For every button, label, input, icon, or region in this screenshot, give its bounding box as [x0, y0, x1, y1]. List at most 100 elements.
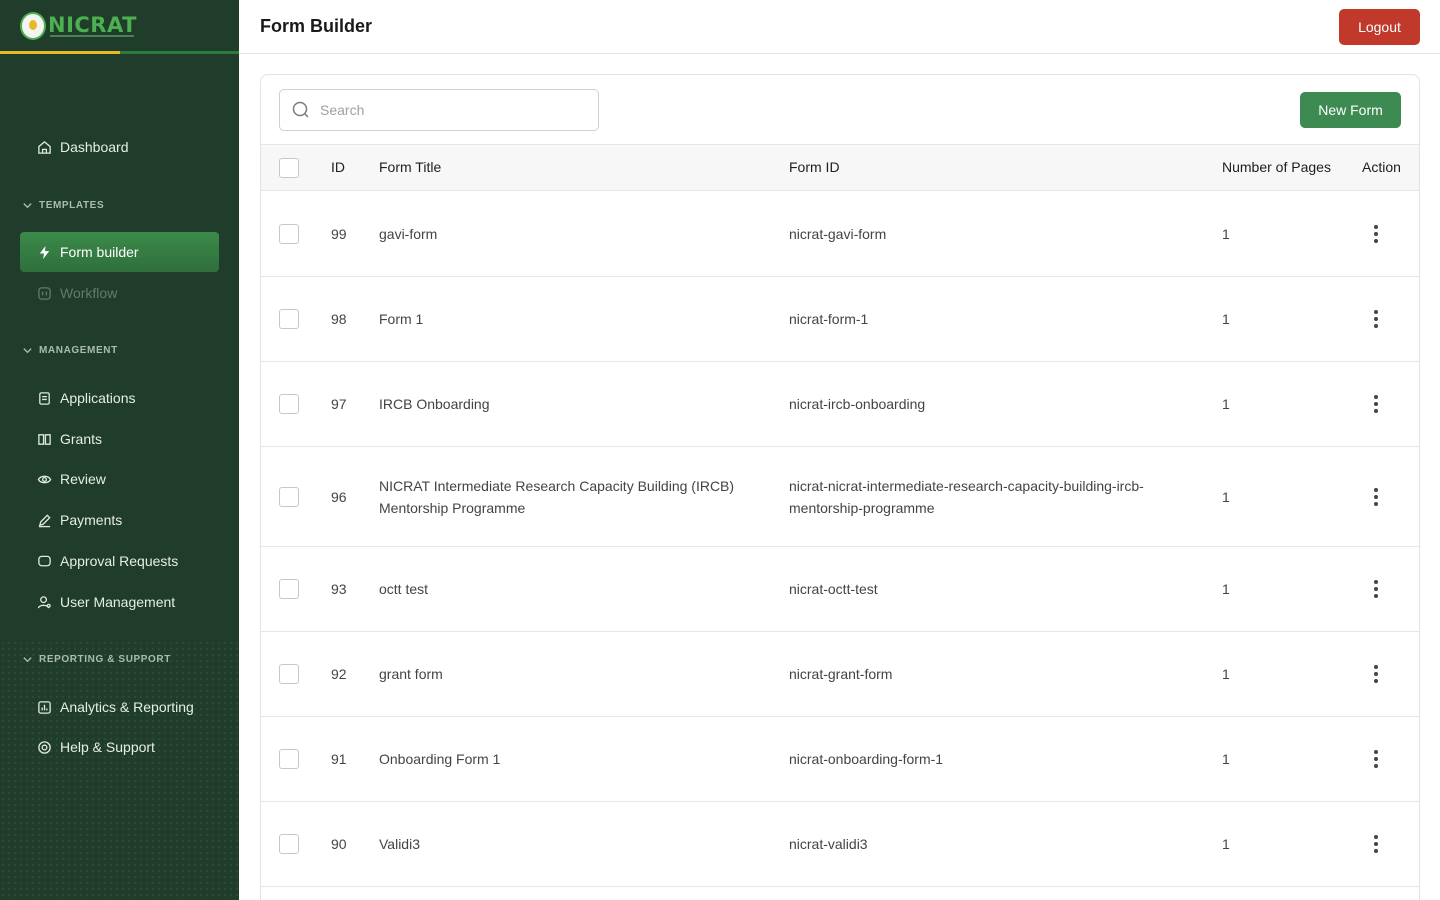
lightning-icon	[36, 244, 52, 260]
sidebar-item-label: Grants	[60, 431, 103, 447]
sidebar-item-label: Help & Support	[60, 739, 155, 755]
cell-pages: 1	[1222, 311, 1230, 327]
section-reporting-support[interactable]: REPORTING & SUPPORT	[22, 654, 171, 665]
cell-id: 98	[331, 311, 347, 327]
cell-form-id: nicrat-gavi-form	[789, 226, 887, 242]
logout-button[interactable]: Logout	[1339, 9, 1420, 45]
chevron-down-icon	[23, 348, 32, 354]
column-header-pages[interactable]: Number of Pages	[1222, 159, 1331, 175]
row-checkbox[interactable]	[279, 309, 299, 329]
cell-form-id: nicrat-onboarding-form-1	[789, 751, 944, 767]
cell-form-title: octt test	[379, 581, 429, 597]
cell-id: 90	[331, 836, 347, 852]
sidebar-item-label: Dashboard	[60, 139, 129, 155]
sidebar-item-label: Analytics & Reporting	[60, 699, 194, 715]
chevron-down-icon	[23, 657, 32, 663]
cell-pages: 1	[1222, 836, 1230, 852]
more-actions-icon[interactable]	[1371, 750, 1381, 768]
table-row: 96 NICRAT Intermediate Research Capacity…	[261, 447, 1419, 547]
sidebar-item-help-support[interactable]: Help & Support	[20, 727, 219, 767]
sidebar-item-dashboard[interactable]: Dashboard	[20, 127, 219, 167]
logo-tagline-line	[50, 35, 134, 37]
table-row: 98 Form 1 nicrat-form-1 1	[261, 277, 1419, 362]
row-checkbox[interactable]	[279, 579, 299, 599]
cell-form-title: NICRAT Intermediate Research Capacity Bu…	[379, 478, 735, 516]
cell-form-title: gavi-form	[379, 226, 438, 242]
book-icon	[36, 431, 52, 447]
column-header-id[interactable]: ID	[331, 159, 345, 175]
column-header-form-id[interactable]: Form ID	[789, 159, 840, 175]
search-box[interactable]	[279, 89, 599, 131]
table-header-row: ID Form Title Form ID Number of Pages Ac…	[261, 144, 1419, 191]
home-icon	[36, 139, 52, 155]
cell-form-title: Form 1	[379, 311, 424, 327]
logo-text[interactable]: NICRAT	[48, 13, 137, 37]
row-checkbox[interactable]	[279, 487, 299, 507]
cell-id: 91	[331, 751, 347, 767]
sidebar-item-label: Payments	[60, 512, 123, 528]
sidebar-item-form-builder[interactable]: Form builder	[20, 232, 219, 272]
sidebar-item-label: Applications	[60, 390, 136, 406]
chat-bubble-icon	[36, 553, 52, 569]
section-templates[interactable]: TEMPLATES	[22, 200, 104, 211]
sidebar-item-user-management[interactable]: User Management	[20, 582, 219, 622]
row-checkbox[interactable]	[279, 394, 299, 414]
bar-chart-icon	[36, 699, 52, 715]
document-icon	[36, 390, 52, 406]
more-actions-icon[interactable]	[1371, 488, 1381, 506]
cell-id: 99	[331, 226, 347, 242]
logo-emblem-icon	[20, 12, 46, 40]
table-row: 91 Onboarding Form 1 nicrat-onboarding-f…	[261, 717, 1419, 802]
eye-icon	[36, 471, 52, 487]
section-label: MANAGEMENT	[39, 345, 118, 356]
more-actions-icon[interactable]	[1371, 835, 1381, 853]
more-actions-icon[interactable]	[1371, 665, 1381, 683]
cell-form-id: nicrat-validi3	[789, 836, 868, 852]
cell-id: 97	[331, 396, 347, 412]
sidebar-item-label: Approval Requests	[60, 553, 179, 569]
cell-pages: 1	[1222, 581, 1230, 597]
more-actions-icon[interactable]	[1371, 225, 1381, 243]
cell-form-id: nicrat-grant-form	[789, 666, 893, 682]
cell-pages: 1	[1222, 751, 1230, 767]
cell-form-id: nicrat-ircb-onboarding	[789, 396, 926, 412]
cell-pages: 1	[1222, 226, 1230, 242]
sidebar-item-analytics-reporting[interactable]: Analytics & Reporting	[20, 687, 219, 727]
more-actions-icon[interactable]	[1371, 580, 1381, 598]
table-row: 90 Validi3 nicrat-validi3 1	[261, 802, 1419, 887]
cell-pages: 1	[1222, 396, 1230, 412]
page-title: Form Builder	[260, 16, 373, 36]
row-checkbox[interactable]	[279, 664, 299, 684]
more-actions-icon[interactable]	[1371, 395, 1381, 413]
row-checkbox[interactable]	[279, 224, 299, 244]
row-checkbox[interactable]	[279, 834, 299, 854]
sidebar-item-label: User Management	[60, 594, 176, 610]
forms-table-card: New Form ID Form Title Form ID Number of…	[260, 74, 1420, 900]
section-management[interactable]: MANAGEMENT	[22, 345, 118, 356]
cell-form-id: nicrat-nicrat-intermediate-research-capa…	[789, 478, 1144, 516]
sidebar-item-payments[interactable]: Payments	[20, 500, 219, 540]
table-row: 99 gavi-form nicrat-gavi-form 1	[261, 191, 1419, 277]
column-header-form-title[interactable]: Form Title	[379, 159, 441, 175]
top-header: Form Builder Logout	[239, 0, 1440, 54]
cell-form-title: grant form	[379, 666, 443, 682]
new-form-button[interactable]: New Form	[1300, 92, 1401, 128]
sidebar-item-review[interactable]: Review	[20, 459, 219, 499]
select-all-checkbox[interactable]	[279, 158, 299, 178]
row-checkbox[interactable]	[279, 749, 299, 769]
table-row: 93 octt test nicrat-octt-test 1	[261, 547, 1419, 632]
pen-edit-icon	[36, 512, 52, 528]
sidebar-item-grants[interactable]: Grants	[20, 419, 219, 459]
search-input[interactable]	[320, 102, 580, 118]
cell-form-title: IRCB Onboarding	[379, 396, 490, 412]
more-actions-icon[interactable]	[1371, 310, 1381, 328]
sidebar-item-applications[interactable]: Applications	[20, 378, 219, 418]
chevron-down-icon	[23, 203, 32, 209]
sidebar-item-workflow[interactable]: Workflow	[20, 273, 219, 313]
user-icon	[36, 594, 52, 610]
sidebar-item-approval-requests[interactable]: Approval Requests	[20, 541, 219, 581]
sidebar: NICRAT Dashboard TEMPLATES Form builder …	[0, 0, 239, 900]
section-label: REPORTING & SUPPORT	[39, 654, 171, 665]
sidebar-item-label: Form builder	[60, 244, 139, 260]
column-header-action: Action	[1362, 159, 1401, 175]
